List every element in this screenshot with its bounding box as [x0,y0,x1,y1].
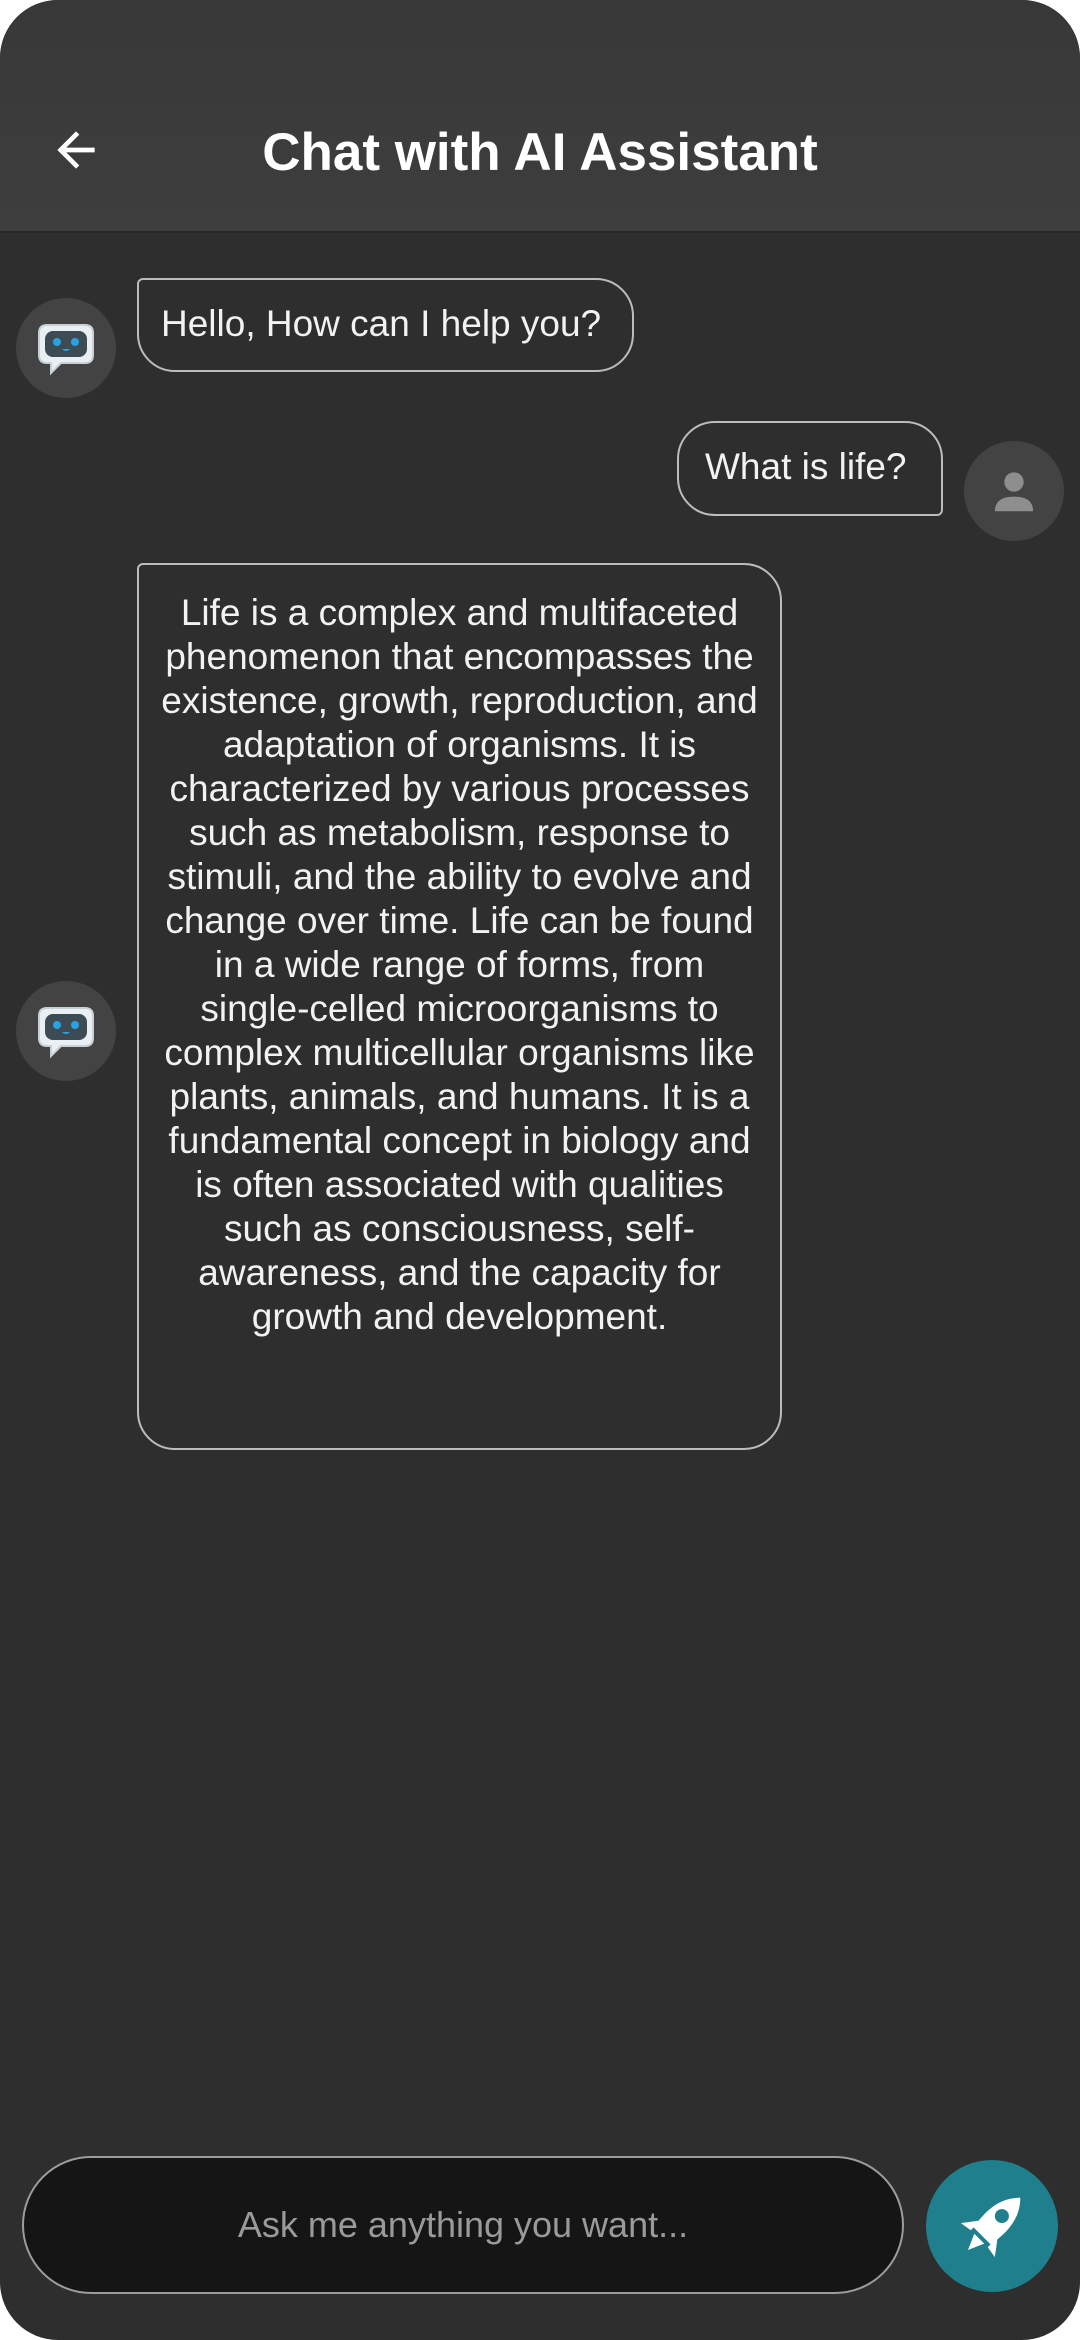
chat-robot-icon [38,1007,94,1059]
assistant-avatar [16,981,116,1081]
person-icon [994,472,1034,512]
app-header: Chat with AI Assistant [0,0,1080,233]
message-input[interactable] [24,2158,902,2292]
chat-robot-icon [38,324,94,376]
send-button[interactable] [926,2160,1058,2292]
message-input-container [22,2156,904,2294]
message-bubble-assistant: Hello, How can I help you? [137,278,634,372]
assistant-avatar [16,298,116,398]
app-screen: Chat with AI Assistant Hello, How can I … [0,0,1080,2340]
user-avatar [964,441,1064,541]
message-bubble-assistant: Life is a complex and multifaceted pheno… [137,563,782,1450]
page-title: Chat with AI Assistant [262,123,818,182]
message-bubble-user: What is life? [677,421,943,516]
rocket-icon [926,2160,1058,2292]
